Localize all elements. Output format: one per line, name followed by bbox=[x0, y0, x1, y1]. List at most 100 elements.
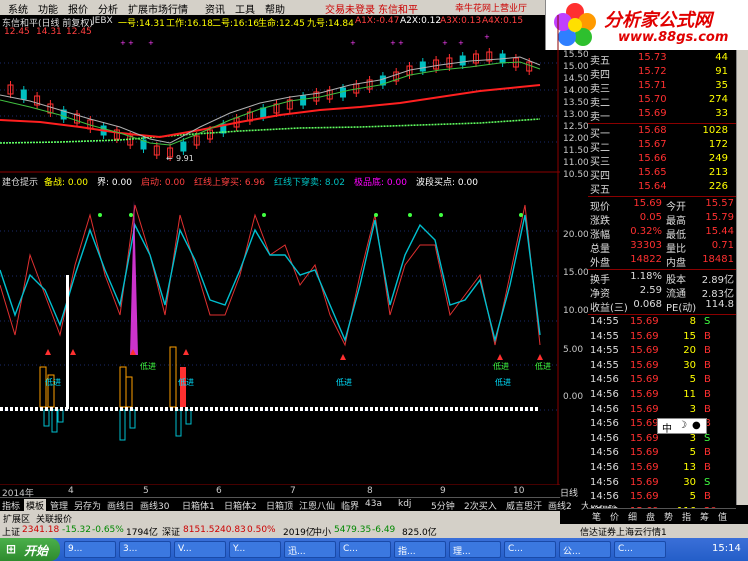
taskbar-item[interactable]: 理... bbox=[449, 541, 501, 558]
side-tab-5[interactable]: 指 bbox=[682, 510, 691, 523]
side-tab-1[interactable]: 价 bbox=[610, 510, 619, 523]
quote-label: 收益(三) bbox=[590, 303, 628, 314]
tick-time: 14:56 bbox=[590, 447, 619, 459]
order-volume: 226 bbox=[708, 181, 728, 192]
month-tick: 9 bbox=[440, 486, 446, 496]
month-tick: 4 bbox=[68, 486, 74, 496]
broker-name: 东信和平 bbox=[378, 5, 418, 16]
tick-time: 14:56 bbox=[590, 462, 619, 473]
tick-volume: 8 bbox=[689, 316, 696, 327]
osc-tick: 15.00 bbox=[563, 268, 589, 278]
osc-tick: 10.00 bbox=[563, 306, 589, 316]
tick-volume: 30 bbox=[683, 476, 696, 488]
sh-label: 上证 bbox=[2, 528, 21, 538]
buy-row: 买五 15.64 226 bbox=[588, 181, 736, 196]
taskbar-item[interactable]: 指... bbox=[394, 541, 446, 558]
order-volume: 1028 bbox=[702, 125, 728, 136]
tick-row: 14:55 15.69 30 B bbox=[588, 360, 736, 374]
taskbar-item[interactable]: 迅... bbox=[284, 541, 336, 558]
menu-help[interactable]: 帮助 bbox=[265, 1, 285, 16]
month-tick: 6 bbox=[216, 486, 222, 496]
tick-row: 14:55 15.69 15 B bbox=[588, 331, 736, 345]
tick-price: 15.69 bbox=[630, 389, 659, 400]
green-dots bbox=[98, 213, 523, 217]
menu-ext-market[interactable]: 扩展市场行情 bbox=[128, 1, 188, 16]
ime-mode: 中 bbox=[662, 424, 672, 435]
ime-popup[interactable]: 中 ☽ ● bbox=[657, 418, 707, 435]
sz-amount: 2019亿 bbox=[283, 528, 315, 538]
quote-value2: 114.8 bbox=[705, 299, 734, 310]
side-tab-6[interactable]: 筹 bbox=[700, 510, 709, 523]
side-tab-7[interactable]: 值 bbox=[718, 510, 727, 523]
login-status[interactable]: 交易未登录 bbox=[325, 1, 375, 16]
tick-volume: 20 bbox=[683, 345, 696, 357]
quote-value: 0.32% bbox=[630, 226, 662, 237]
order-price: 15.71 bbox=[638, 80, 667, 91]
sell-row: 卖二 15.70 274 bbox=[588, 94, 736, 109]
svg-text:低进: 低进 bbox=[140, 361, 156, 371]
order-volume: 172 bbox=[708, 139, 728, 150]
start-button[interactable]: ⊞ 开始 bbox=[0, 538, 60, 561]
yellow-boxes bbox=[39, 346, 177, 408]
taskbar-item[interactable]: Y... bbox=[229, 541, 281, 558]
order-price: 15.72 bbox=[638, 66, 667, 77]
red-triangles bbox=[45, 349, 543, 360]
side-tab-2[interactable]: 细 bbox=[628, 510, 637, 523]
taskbar-item[interactable]: 3... bbox=[119, 541, 171, 558]
right-scrollbar[interactable] bbox=[736, 50, 748, 505]
order-price: 15.65 bbox=[638, 167, 667, 178]
tick-time: 14:56 bbox=[590, 389, 619, 400]
taskbar-item[interactable]: C... bbox=[339, 541, 391, 558]
tick-row: 14:56 15.69 13 B bbox=[588, 462, 736, 476]
tick-side: B bbox=[704, 389, 711, 400]
tick-time: 14:56 bbox=[590, 403, 619, 415]
month-tick: 10 bbox=[513, 486, 525, 496]
quote-label: 净资 bbox=[590, 289, 610, 300]
ad-banner[interactable]: 分析家公式网 www.88gs.com bbox=[545, 0, 748, 50]
side-tab-3[interactable]: 盘 bbox=[646, 510, 655, 523]
menu-tools[interactable]: 工具 bbox=[235, 1, 255, 16]
osc-red-line bbox=[0, 204, 541, 347]
menu-news[interactable]: 资讯 bbox=[205, 1, 225, 16]
low-marker: 9.91 bbox=[176, 154, 194, 163]
side-tab-0[interactable]: 笔 bbox=[592, 510, 601, 523]
ad-line[interactable]: 幸牛花网上营业厅 bbox=[455, 1, 527, 14]
tab-12[interactable]: kdj bbox=[396, 499, 413, 509]
tick-side: B bbox=[704, 374, 711, 386]
menu-quote[interactable]: 报价 bbox=[68, 1, 88, 16]
taskbar-item[interactable]: C... bbox=[504, 541, 556, 558]
taskbar-item[interactable]: 9... bbox=[64, 541, 116, 558]
tick-side: B bbox=[704, 462, 711, 473]
side-tab-4[interactable]: 势 bbox=[664, 510, 673, 523]
order-volume: 274 bbox=[708, 94, 728, 105]
index-statusbar: 上证 2341.18 -15.32 -0.65% 1794亿 深证 8151.5… bbox=[0, 524, 748, 538]
price-tick: 13.00 bbox=[563, 110, 589, 120]
price-chart[interactable]: + + + + + + + ++ 9.91 ← 低进 低进 低进 低进 低进 低… bbox=[0, 15, 560, 485]
menu-function[interactable]: 功能 bbox=[38, 1, 58, 16]
quote-label: 外盘 bbox=[590, 258, 610, 269]
sell-row: 卖一 15.69 33 bbox=[588, 108, 736, 123]
menu-analysis[interactable]: 分析 bbox=[98, 1, 118, 16]
sz-value: 8151.52 bbox=[183, 525, 221, 535]
order-price: 15.70 bbox=[638, 94, 667, 105]
order-label: 买二 bbox=[590, 143, 610, 154]
order-price: 15.67 bbox=[638, 139, 667, 150]
server-name: 信达证券上海云行情1 bbox=[580, 528, 667, 538]
quote-divider bbox=[588, 196, 736, 197]
menu-system[interactable]: 系统 bbox=[8, 1, 28, 16]
tick-row: 14:56 15.69 5 B bbox=[588, 447, 736, 461]
price-tick: 10.50 bbox=[563, 170, 589, 180]
quote-value: 1.18% bbox=[630, 271, 662, 282]
taskbar-item[interactable]: C... bbox=[614, 541, 666, 558]
price-tick: 12.00 bbox=[563, 134, 589, 144]
quote-value: 14822 bbox=[630, 254, 662, 265]
tab-11[interactable]: 43a bbox=[363, 499, 384, 509]
taskbar-item[interactable]: V... bbox=[174, 541, 226, 558]
svg-text:低进: 低进 bbox=[495, 377, 511, 387]
period-label: 日线 bbox=[560, 489, 579, 499]
taskbar-item[interactable]: 公... bbox=[559, 541, 611, 558]
order-volume: 213 bbox=[708, 167, 728, 178]
tick-volume: 11 bbox=[683, 389, 696, 400]
zx-change: -6.49 bbox=[372, 525, 396, 535]
quote2-row: 换手 1.18% 股本 2.89亿 bbox=[588, 271, 736, 286]
